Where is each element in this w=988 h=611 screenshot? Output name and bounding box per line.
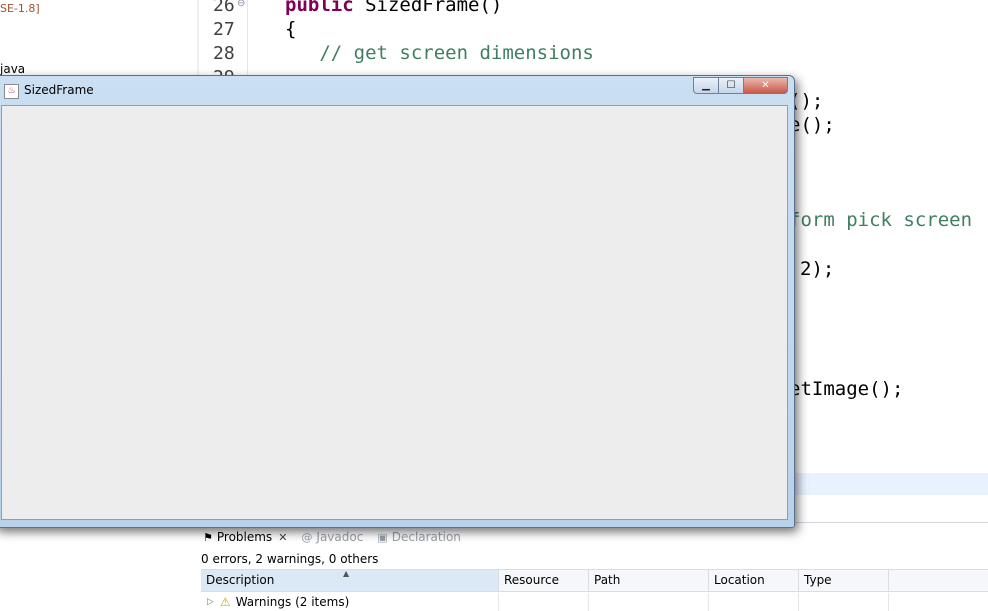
jre-library-label[interactable]: SE-1.8] (0, 2, 40, 15)
sizedframe-window[interactable]: ♨ SizedFrame ▁ ☐ ✕ (0, 75, 795, 528)
line-number: 27 (213, 19, 235, 40)
code-comment-fragment: form pick screen (789, 209, 973, 231)
window-controls: ▁ ☐ ✕ (693, 77, 788, 94)
line-number: 28 (213, 43, 235, 64)
location-cell (709, 593, 799, 611)
code-line: { (285, 18, 296, 40)
java-cup-icon[interactable]: ♨ (4, 84, 19, 99)
tab-problems[interactable]: ⚑ Problems ✕ (203, 530, 287, 544)
column-label: Description (206, 573, 275, 587)
code-keyword: public (285, 0, 366, 16)
javadoc-icon: @ (301, 530, 313, 544)
table-row[interactable]: ▷ ⚠ Warnings (2 items) (201, 593, 988, 611)
column-header-path[interactable]: Path (589, 570, 709, 591)
window-titlebar[interactable]: ♨ SizedFrame ▁ ☐ ✕ (0, 76, 794, 103)
column-header-location[interactable]: Location (709, 570, 799, 591)
close-icon[interactable]: ✕ (278, 531, 287, 544)
column-header-type[interactable]: Type (799, 570, 889, 591)
row-description: Warnings (2 items) (235, 595, 350, 609)
minimize-button[interactable]: ▁ (693, 77, 719, 94)
column-label: Resource (504, 573, 560, 587)
code-text: SizedFrame() (365, 0, 503, 16)
column-header-description[interactable]: Description ▲ (201, 569, 499, 591)
column-label: Path (594, 573, 621, 587)
code-fragment: 2); (800, 258, 835, 280)
maximize-icon: ☐ (726, 80, 736, 91)
close-button[interactable]: ✕ (744, 77, 788, 94)
fold-collapse-icon[interactable]: ⊖ (237, 0, 245, 9)
minimize-icon: ▁ (702, 80, 710, 91)
close-icon: ✕ (761, 80, 770, 91)
view-tabs: ⚑ Problems ✕ @ Javadoc ▣ Declaration (199, 527, 461, 547)
code-comment: // get screen dimensions (285, 42, 594, 64)
column-label: Location (714, 573, 765, 587)
problems-summary: 0 errors, 2 warnings, 0 others (201, 552, 379, 566)
tab-javadoc[interactable]: @ Javadoc (301, 530, 363, 544)
java-file-label[interactable]: java (0, 62, 25, 76)
description-cell: ▷ ⚠ Warnings (2 items) (201, 593, 499, 611)
maximize-button[interactable]: ☐ (719, 77, 744, 94)
code-text: { (285, 18, 297, 40)
column-label: Type (804, 573, 832, 587)
tab-label: Problems (216, 530, 273, 544)
tab-label: Javadoc (316, 530, 364, 544)
problems-view: ⚑ Problems ✕ @ Javadoc ▣ Declaration 0 e… (199, 522, 988, 611)
frame-content-pane (1, 105, 788, 520)
problems-table-header: Description ▲ Resource Path Location Typ… (201, 569, 988, 592)
warning-icon: ⚠ (219, 595, 231, 609)
line-number: 26 (213, 0, 235, 16)
declaration-icon: ▣ (377, 530, 388, 544)
code-line: public SizedFrame() (285, 0, 502, 16)
path-cell (589, 593, 709, 611)
window-title: SizedFrame (24, 83, 94, 97)
tab-declaration[interactable]: ▣ Declaration (377, 530, 461, 544)
code-fragment: e(); (789, 114, 835, 136)
tab-label: Declaration (391, 530, 461, 544)
column-header-resource[interactable]: Resource (499, 570, 589, 591)
resource-cell (499, 593, 589, 611)
code-fragment: etImage(); (789, 378, 904, 400)
problems-icon: ⚑ (203, 530, 213, 544)
sort-ascending-icon: ▲ (343, 569, 350, 578)
type-cell (799, 593, 889, 611)
expand-arrow-icon[interactable]: ▷ (207, 597, 214, 607)
